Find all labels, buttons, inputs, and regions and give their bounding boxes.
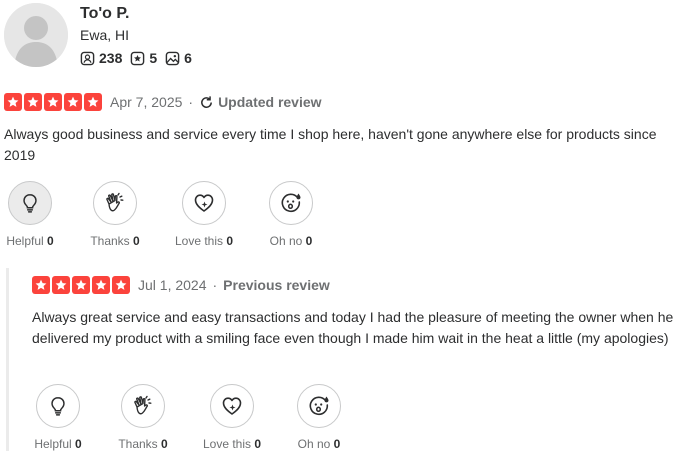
reviews-stat: 5 [130,50,157,66]
friends-count: 238 [99,50,123,66]
love-this-button[interactable] [210,384,254,428]
review-star-icon [131,51,145,65]
user-stats: 238 5 6 [80,50,200,66]
lightbulb-icon [47,395,69,417]
star-icon [72,276,90,294]
oh-no-button[interactable] [269,181,313,225]
star-icon [64,93,82,111]
refresh-icon [201,95,213,108]
reaction-thanks[interactable]: Thanks 0 [93,384,193,451]
reaction-count: 0 [254,437,262,451]
surprised-face-icon [279,191,303,215]
star-icon [112,276,130,294]
star-rating [4,93,104,111]
separator-dot: · [188,94,194,110]
star-icon [92,276,110,294]
reaction-label: Love this 0 [174,234,234,248]
star-icon [44,93,62,111]
clapping-hands-icon [131,394,155,418]
separator-dot: · [212,277,218,293]
thanks-button[interactable] [121,384,165,428]
reaction-label: Thanks 0 [118,437,168,451]
surprised-face-icon [307,394,331,418]
star-icon [32,276,50,294]
lightbulb-icon [19,192,41,214]
review-text: Always good business and service every t… [4,126,657,163]
photo-icon [165,51,180,65]
heart-icon [220,394,244,418]
reaction-count: 0 [75,437,82,451]
reaction-oh-no[interactable]: Oh no 0 [269,384,369,451]
photos-stat: 6 [165,50,192,66]
reaction-label: Thanks 0 [90,234,140,248]
star-icon [84,93,102,111]
updated-review-label: Updated review [199,94,322,110]
reaction-label: Oh no 0 [269,234,313,248]
reaction-thanks[interactable]: Thanks 0 [65,181,165,248]
oh-no-button[interactable] [297,384,341,428]
reaction-label: Helpful 0 [34,437,82,451]
avatar[interactable] [4,3,68,67]
review-text: Always great service and easy transactio… [32,309,674,346]
user-location: Ewa, HI [80,27,130,43]
photos-count: 6 [184,50,192,66]
previous-review-header: Jul 1, 2024 · Previous review [32,276,330,294]
star-icon [4,93,22,111]
friends-icon [80,51,95,65]
helpful-button[interactable] [36,384,80,428]
user-silhouette-icon [4,3,68,67]
reaction-love-this[interactable]: Love this 0 [182,384,282,451]
heart-icon [192,191,216,215]
review-date: Jul 1, 2024 [138,277,207,293]
reaction-count: 0 [47,234,54,248]
star-rating [32,276,132,294]
review-date: Apr 7, 2025 [110,94,183,110]
reaction-label: Love this 0 [202,437,262,451]
reaction-count: 0 [305,234,313,248]
love-this-button[interactable] [182,181,226,225]
previous-review-label: Previous review [223,277,330,293]
reaction-count: 0 [161,437,168,451]
clapping-hands-icon [103,191,127,215]
user-name[interactable]: To'o P. [80,5,129,23]
reaction-label: Oh no 0 [297,437,341,451]
reaction-label: Helpful 0 [6,234,54,248]
star-icon [24,93,42,111]
thanks-button[interactable] [93,181,137,225]
star-icon [52,276,70,294]
reaction-love-this[interactable]: Love this 0 [154,181,254,248]
friends-stat: 238 [80,50,122,66]
reaction-oh-no[interactable]: Oh no 0 [241,181,341,248]
reaction-count: 0 [133,234,140,248]
current-review-header: Apr 7, 2025 · Updated review [4,93,322,111]
reviews-count: 5 [149,50,158,66]
reaction-count: 0 [333,437,341,451]
helpful-button[interactable] [8,181,52,225]
reaction-count: 0 [226,234,234,248]
